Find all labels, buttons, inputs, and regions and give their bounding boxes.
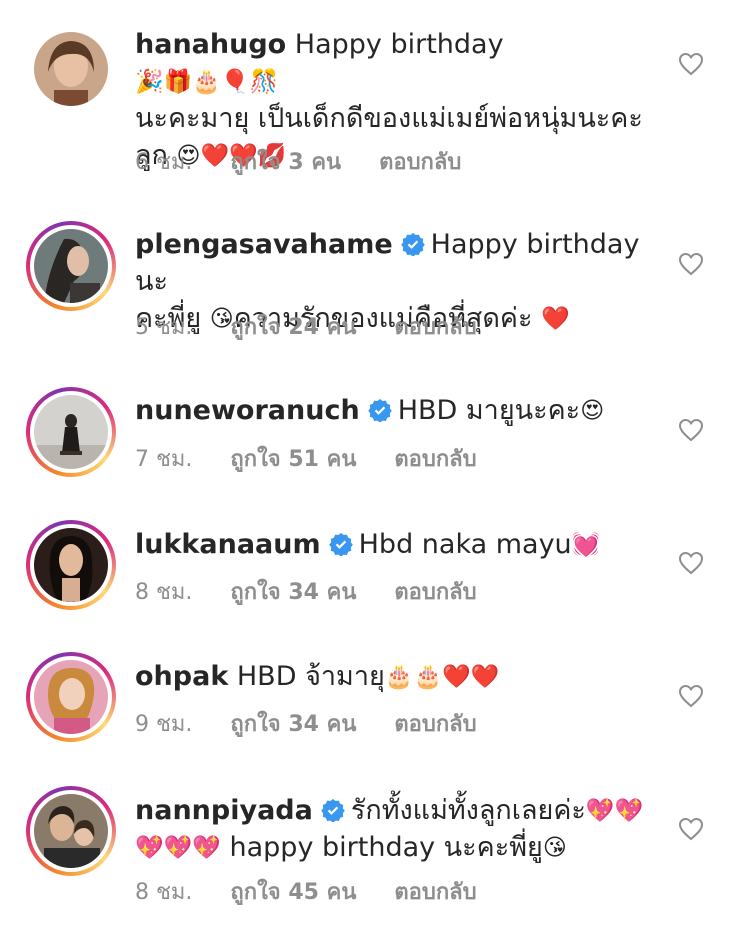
reply-button[interactable]: ตอบกลับ — [394, 447, 476, 472]
comment-time: 9 ชม. — [135, 712, 193, 737]
avatar-photo — [34, 794, 108, 868]
likes-count[interactable]: ถูกใจ 45 คน — [230, 880, 356, 905]
comment-body: nuneworanuch HBD มายูนะคะ😍 — [135, 392, 655, 429]
comment-time: 8 ชม. — [135, 580, 193, 605]
username[interactable]: nannpiyada — [135, 795, 313, 826]
comment-text: Hbd naka mayu — [358, 529, 572, 560]
heart-outline-icon[interactable] — [678, 418, 704, 442]
avatar-nannpiyada[interactable] — [26, 786, 116, 876]
username[interactable]: plengasavahame — [135, 229, 393, 260]
comment-text-line: happy birthday นะคะพี่ยู — [220, 832, 543, 863]
emoji-group: 😍 — [580, 398, 605, 424]
emoji-group: 💓 — [571, 532, 601, 558]
reply-button[interactable]: ตอบกลับ — [394, 580, 476, 605]
comment-meta: 9 ชม. ถูกใจ 34 คน ตอบกลับ — [135, 706, 515, 741]
verified-badge-icon — [367, 399, 392, 422]
reply-button[interactable]: ตอบกลับ — [394, 712, 476, 737]
comment-meta: 5 ชม. ถูกใจ 24 คน ตอบกลับ — [135, 309, 515, 344]
avatar-hanahugo[interactable] — [26, 24, 116, 114]
avatar-photo — [34, 660, 108, 734]
likes-count[interactable]: ถูกใจ 24 คน — [230, 315, 356, 340]
avatar-ohpak[interactable] — [26, 652, 116, 742]
username[interactable]: ohpak — [135, 661, 228, 692]
username[interactable]: lukkanaaum — [135, 529, 321, 560]
likes-count[interactable]: ถูกใจ 3 คน — [230, 150, 341, 175]
comment-body: lukkanaaum Hbd naka mayu💓 — [135, 526, 655, 563]
verified-badge-icon — [328, 533, 353, 556]
likes-count[interactable]: ถูกใจ 51 คน — [230, 447, 356, 472]
avatar-plengasavahame[interactable] — [26, 221, 116, 311]
heart-outline-icon[interactable] — [678, 252, 704, 276]
avatar-nuneworanuch[interactable] — [26, 387, 116, 477]
username[interactable]: nuneworanuch — [135, 395, 360, 426]
comment-meta: 7 ชม. ถูกใจ 51 คน ตอบกลับ — [135, 441, 515, 476]
comment-time: 5 ชม. — [135, 315, 193, 340]
reply-button[interactable]: ตอบกลับ — [394, 880, 476, 905]
verified-badge-icon — [400, 233, 425, 256]
heart-outline-icon[interactable] — [678, 684, 704, 708]
heart-outline-icon[interactable] — [678, 817, 704, 841]
comment-time: 7 ชม. — [135, 447, 193, 472]
emoji-group: 😘 — [542, 835, 567, 861]
comment-text: รักทั้งแม่ทั้งลูกเลยค่ะ — [350, 795, 586, 826]
comment-text: Happy birthday — [286, 29, 504, 60]
avatar-lukkanaaum[interactable] — [26, 520, 116, 610]
avatar-photo — [34, 32, 108, 106]
avatar-photo — [34, 229, 108, 303]
emoji-group: 💖💖💖 — [135, 835, 221, 861]
verified-badge-icon — [321, 799, 345, 822]
likes-count[interactable]: ถูกใจ 34 คน — [230, 580, 356, 605]
likes-count[interactable]: ถูกใจ 34 คน — [230, 712, 356, 737]
reply-button[interactable]: ตอบกลับ — [394, 315, 476, 340]
username[interactable]: hanahugo — [135, 29, 286, 60]
heart-outline-icon[interactable] — [678, 551, 704, 575]
comment-text: HBD มายูนะคะ — [397, 395, 581, 426]
comment-time: 6 ชม. — [135, 150, 193, 175]
avatar-photo — [34, 395, 108, 469]
comment-time: 8 ชม. — [135, 880, 193, 905]
comment-body: nannpiyada รักทั้งแม่ทั้งลูกเลยค่ะ💖💖 💖💖💖 … — [135, 792, 655, 866]
emoji-group: ❤️ — [541, 306, 570, 332]
comment-text: HBD จ้ามายุ — [228, 661, 385, 692]
avatar-photo — [34, 528, 108, 602]
emoji-group: 🎉🎁🎂🎈🎊 — [135, 69, 279, 95]
emoji-group: 🎂🎂❤️❤️ — [384, 664, 500, 690]
comment-meta: 6 ชม. ถูกใจ 3 คน ตอบกลับ — [135, 144, 499, 179]
comment-meta: 8 ชม. ถูกใจ 45 คน ตอบกลับ — [135, 874, 515, 909]
emoji-group: 💖💖 — [585, 798, 644, 824]
comment-text-line: นะคะมายุ เป็นเด็กดีของแม่เมย์พ่อหนุ่มนะค… — [135, 103, 643, 134]
comment-body: ohpak HBD จ้ามายุ🎂🎂❤️❤️ — [135, 658, 655, 695]
comment-meta: 8 ชม. ถูกใจ 34 คน ตอบกลับ — [135, 574, 515, 609]
heart-outline-icon[interactable] — [678, 52, 704, 76]
reply-button[interactable]: ตอบกลับ — [379, 150, 461, 175]
